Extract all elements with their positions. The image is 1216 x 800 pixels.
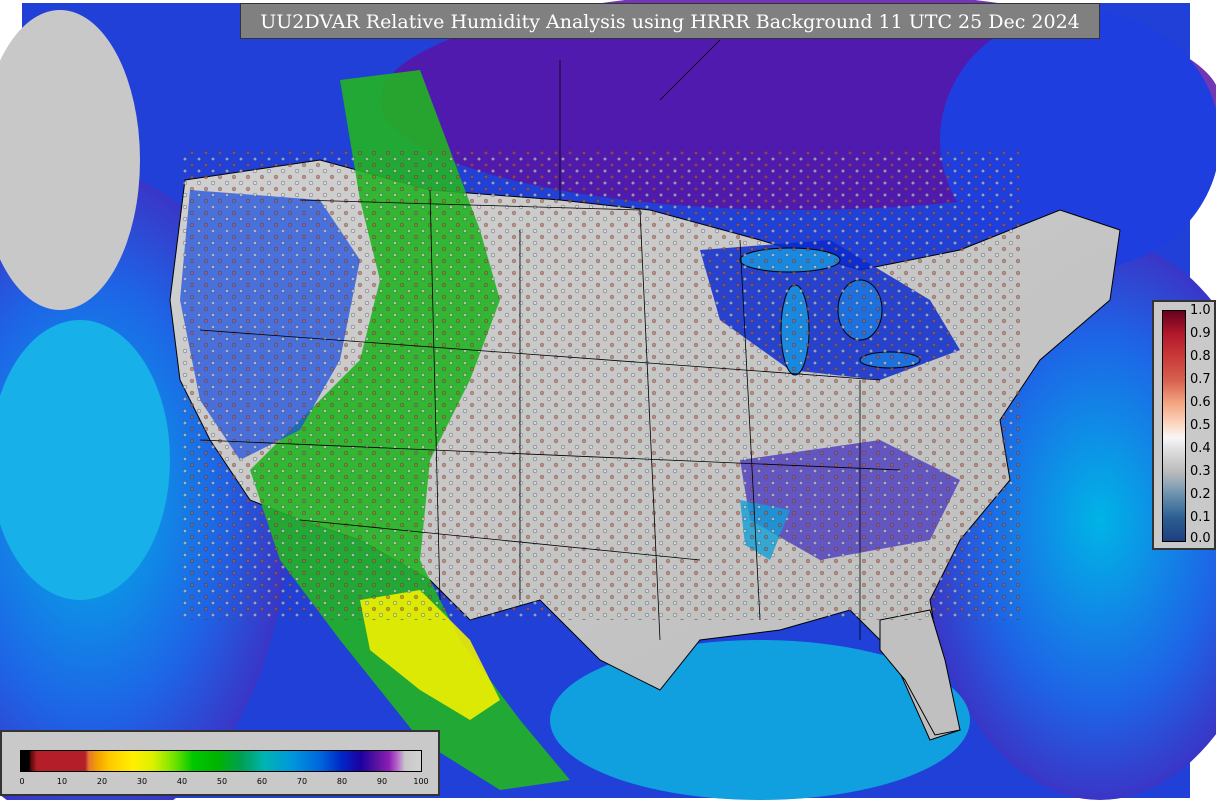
obs-tick: 1.0 xyxy=(1190,303,1211,318)
rh-tick: 70 xyxy=(296,777,308,786)
obs-tick: 0.6 xyxy=(1190,395,1211,410)
rh-tick: 60 xyxy=(256,777,268,786)
rh-tick: 20 xyxy=(96,777,108,786)
obs-tick: 0.5 xyxy=(1190,418,1211,433)
obs-tick: 0.7 xyxy=(1190,372,1211,387)
obs-tick: 0.3 xyxy=(1190,464,1211,479)
obs-tick: 0.8 xyxy=(1190,349,1211,364)
observation-stations xyxy=(180,150,1020,620)
obs-tick: 0.1 xyxy=(1190,510,1211,525)
rh-tick: 100 xyxy=(413,777,429,786)
map-title: UU2DVAR Relative Humidity Analysis using… xyxy=(240,3,1100,39)
rh-tick: 0 xyxy=(19,777,25,786)
obs-tick: 0.9 xyxy=(1190,326,1211,341)
obs-tick: 0.4 xyxy=(1190,441,1211,456)
obs-tick: 0.0 xyxy=(1190,531,1211,546)
observation-colorbar: 1.0 0.9 0.8 0.7 0.6 0.5 0.4 0.3 0.2 0.1 … xyxy=(1152,300,1216,550)
rh-tick: 50 xyxy=(216,777,228,786)
rh-tick: 30 xyxy=(136,777,148,786)
obs-tick: 0.2 xyxy=(1190,487,1211,502)
rh-tick: 10 xyxy=(56,777,68,786)
rh-tick: 40 xyxy=(176,777,188,786)
relative-humidity-colorbar: 0 10 20 30 40 50 60 70 80 90 100 xyxy=(0,730,440,796)
observation-colorbar-gradient xyxy=(1162,310,1186,542)
rh-tick: 90 xyxy=(376,777,388,786)
relative-humidity-map xyxy=(0,0,1216,800)
rh-tick: 80 xyxy=(336,777,348,786)
rh-colorbar-gradient xyxy=(20,750,422,772)
